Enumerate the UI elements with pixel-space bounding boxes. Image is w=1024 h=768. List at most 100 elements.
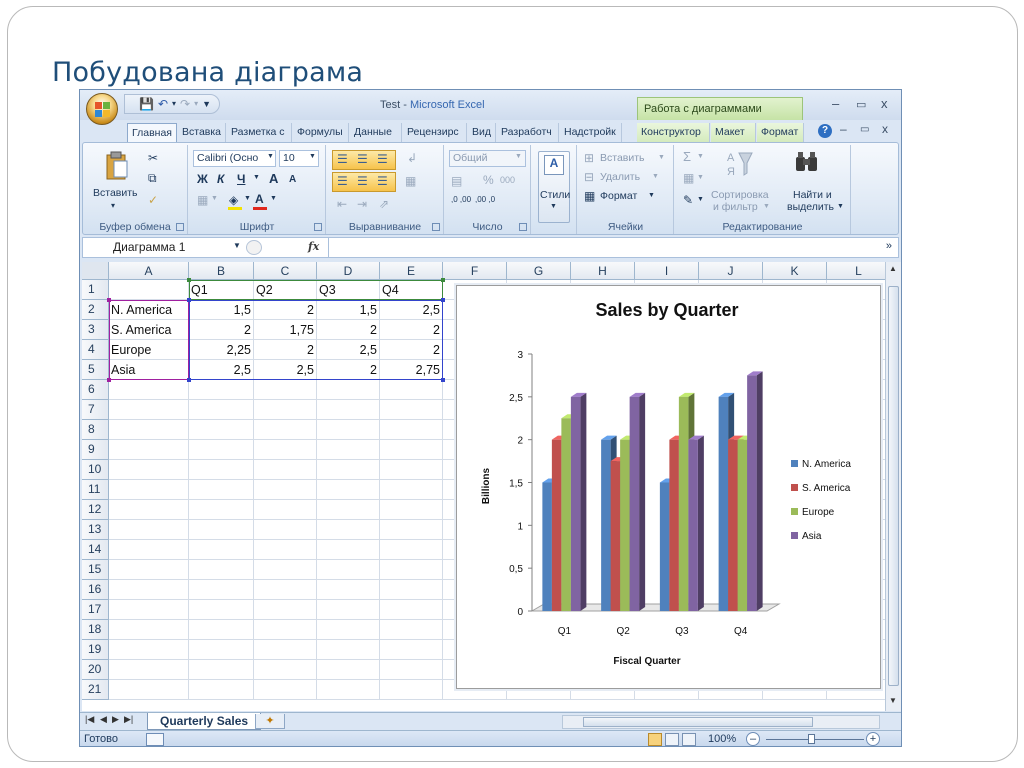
tab-page-layout[interactable]: Разметка с: [227, 123, 292, 142]
zoom-level[interactable]: 100%: [708, 733, 736, 745]
row-header-18[interactable]: 18: [82, 620, 109, 640]
customize-qat-icon[interactable]: ▼: [202, 97, 211, 111]
align-top-icon[interactable]: ☰: [337, 152, 348, 166]
chevron-down-icon[interactable]: ▼: [244, 195, 251, 202]
paste-button[interactable]: Вставить: [93, 187, 138, 199]
cell-b3[interactable]: 2: [189, 320, 254, 340]
row-header-16[interactable]: 16: [82, 580, 109, 600]
row-header-6[interactable]: 6: [82, 380, 109, 400]
row-header-15[interactable]: 15: [82, 560, 109, 580]
zoom-in-button[interactable]: +: [866, 732, 880, 746]
chart-object[interactable]: Sales by Quarter Fiscal Quarter Billions…: [456, 285, 881, 689]
tab-view[interactable]: Вид: [468, 123, 496, 142]
select-all-button[interactable]: [82, 262, 109, 280]
name-box-dropdown-icon[interactable]: ▼: [233, 241, 241, 250]
horizontal-scrollbar[interactable]: [562, 715, 880, 729]
tab-design[interactable]: Конструктор: [637, 123, 710, 142]
close-button[interactable]: x: [881, 96, 888, 111]
align-bottom-icon[interactable]: ☰: [377, 152, 388, 166]
macro-record-icon[interactable]: [146, 733, 164, 746]
chevron-down-icon[interactable]: ▼: [253, 174, 260, 181]
chevron-down-icon[interactable]: ▼: [211, 195, 218, 202]
sort-filter-icon[interactable]: AЯ: [725, 149, 753, 179]
chevron-down-icon[interactable]: ▼: [515, 153, 522, 160]
page-break-view-button[interactable]: [682, 733, 696, 746]
row-header-11[interactable]: 11: [82, 480, 109, 500]
help-icon[interactable]: ?: [818, 124, 832, 138]
cell-a1[interactable]: [109, 280, 189, 300]
column-header-g[interactable]: G: [507, 262, 571, 280]
column-header-c[interactable]: C: [254, 262, 317, 280]
dropdown-icon[interactable]: ▾: [172, 97, 176, 111]
orientation-icon[interactable]: ⇗: [379, 197, 389, 211]
row-header-1[interactable]: 1: [82, 280, 109, 300]
insert-cells-icon[interactable]: ⊞: [584, 151, 594, 165]
font-launcher-icon[interactable]: [314, 223, 322, 231]
range-handle[interactable]: [441, 278, 445, 282]
column-header-h[interactable]: H: [571, 262, 635, 280]
align-center-icon[interactable]: ☰: [357, 174, 368, 188]
row-header-4[interactable]: 4: [82, 340, 109, 360]
increase-indent-icon[interactable]: ⇥: [357, 197, 367, 211]
zoom-slider-track[interactable]: [766, 739, 864, 740]
find-select-button-line2[interactable]: выделить: [787, 201, 834, 213]
font-color-button[interactable]: A: [255, 192, 264, 206]
row-header-17[interactable]: 17: [82, 600, 109, 620]
cell-e4[interactable]: 2: [380, 340, 443, 360]
paste-icon[interactable]: [105, 151, 129, 181]
scroll-down-icon[interactable]: ▼: [889, 696, 897, 705]
currency-icon[interactable]: ▤: [451, 174, 462, 188]
chevron-down-icon[interactable]: ▼: [648, 192, 655, 199]
range-handle[interactable]: [107, 298, 111, 302]
column-header-k[interactable]: K: [763, 262, 827, 280]
maximize-button[interactable]: ▭: [856, 98, 866, 111]
tab-home[interactable]: Главная: [127, 123, 177, 143]
copy-icon[interactable]: ⧉: [148, 171, 157, 186]
increase-decimal-button[interactable]: ,0 ,00: [451, 195, 473, 204]
insert-sheet-icon[interactable]: ✦: [255, 714, 285, 729]
cell-e2[interactable]: 2,5: [380, 300, 443, 320]
range-handle[interactable]: [187, 298, 191, 302]
autosum-button[interactable]: Σ: [683, 149, 691, 164]
chevron-down-icon[interactable]: ▼: [837, 203, 844, 210]
tab-data[interactable]: Данные: [350, 123, 402, 142]
horizontal-scroll-thumb[interactable]: [583, 717, 813, 727]
cell-c4[interactable]: 2: [254, 340, 317, 360]
expand-formula-bar-icon[interactable]: »: [886, 240, 892, 252]
chevron-down-icon[interactable]: ▼: [658, 154, 665, 161]
delete-cells-button[interactable]: Удалить: [600, 171, 640, 183]
cell-e3[interactable]: 2: [380, 320, 443, 340]
row-header-13[interactable]: 13: [82, 520, 109, 540]
cell-a3[interactable]: S. America: [109, 320, 189, 340]
cell-b5[interactable]: 2,5: [189, 360, 254, 380]
cell-a2[interactable]: N. America: [109, 300, 189, 320]
range-handle[interactable]: [441, 298, 445, 302]
chevron-down-icon[interactable]: ▼: [270, 195, 277, 202]
tab-review[interactable]: Рецензирс: [403, 123, 467, 142]
cell-a4[interactable]: Europe: [109, 340, 189, 360]
cell-a5[interactable]: Asia: [109, 360, 189, 380]
cell-e5[interactable]: 2,75: [380, 360, 443, 380]
office-button[interactable]: [86, 93, 118, 125]
alignment-launcher-icon[interactable]: [432, 223, 440, 231]
sort-filter-button[interactable]: Сортировка: [711, 189, 769, 201]
percent-button[interactable]: %: [483, 173, 494, 187]
chevron-down-icon[interactable]: ▼: [697, 153, 704, 160]
next-sheet-icon[interactable]: ▶: [112, 714, 119, 725]
format-painter-icon[interactable]: ✓: [148, 193, 158, 207]
row-header-21[interactable]: 21: [82, 680, 109, 700]
tab-developer[interactable]: Разработч: [497, 123, 559, 142]
row-header-8[interactable]: 8: [82, 420, 109, 440]
row-header-12[interactable]: 12: [82, 500, 109, 520]
cell-e1[interactable]: Q4: [380, 280, 443, 300]
range-handle[interactable]: [107, 378, 111, 382]
dropdown-icon[interactable]: ▾: [194, 97, 198, 111]
tab-layout[interactable]: Макет: [711, 123, 756, 142]
cell-c2[interactable]: 2: [254, 300, 317, 320]
range-handle[interactable]: [187, 278, 191, 282]
cut-icon[interactable]: ✂: [148, 151, 158, 165]
cell-b1[interactable]: Q1: [189, 280, 254, 300]
number-launcher-icon[interactable]: [519, 223, 527, 231]
borders-icon[interactable]: ▦: [197, 193, 208, 207]
shrink-font-button[interactable]: A: [289, 174, 296, 185]
